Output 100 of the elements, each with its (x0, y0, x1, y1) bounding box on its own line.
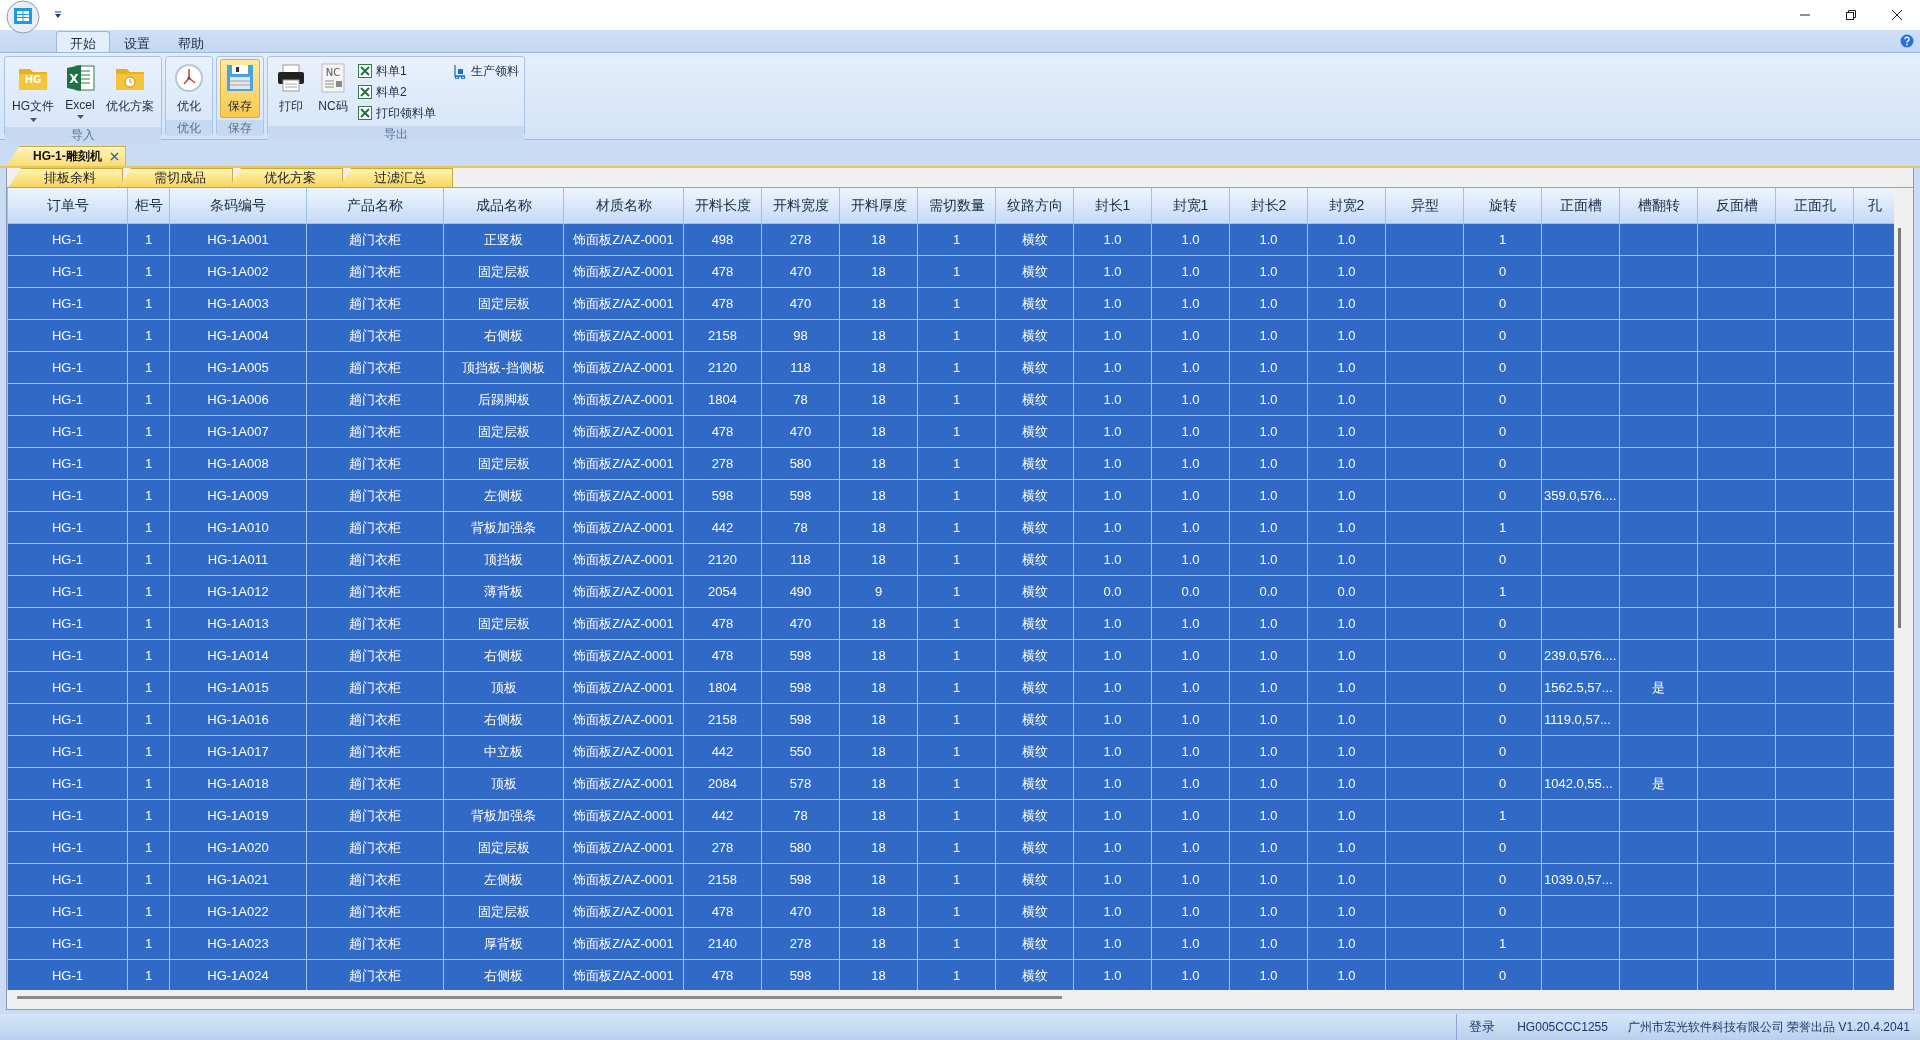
ribbon-button[interactable]: 优化方案 (102, 59, 158, 125)
column-header[interactable]: 订单号 (7, 188, 128, 224)
sub-tab[interactable]: 排板余料 (9, 168, 123, 187)
ribbon-tab[interactable]: 开始 (56, 31, 110, 52)
column-header[interactable]: 封宽1 (1151, 188, 1230, 224)
table-cell: 1 (917, 255, 996, 288)
table-cell: HG-1 (7, 511, 128, 544)
column-header[interactable]: 纹路方向 (995, 188, 1074, 224)
table-cell: 1.0 (1073, 863, 1152, 896)
table-cell: 饰面板Z/AZ-0001 (563, 927, 684, 960)
ribbon-button[interactable]: 打印领料单 (355, 103, 438, 123)
ribbon-button[interactable]: 料单1 (355, 61, 438, 81)
table-cell: 1 (127, 351, 170, 384)
table-cell: HG-1 (7, 287, 128, 320)
column-header[interactable]: 开料长度 (683, 188, 762, 224)
column-header[interactable]: 旋转 (1463, 188, 1542, 224)
column-header[interactable]: 封长2 (1229, 188, 1308, 224)
login-link[interactable]: 登录 (1457, 1018, 1508, 1036)
ribbon-button[interactable]: HG HG文件 (8, 59, 58, 125)
table-cell: 1.0 (1229, 607, 1308, 640)
table-cell: 2158 (683, 319, 762, 352)
table-cell: 1.0 (1229, 735, 1308, 768)
sub-tab[interactable]: 需切成品 (119, 168, 233, 187)
document-tab[interactable]: HG-1-雕刻机 (6, 146, 126, 166)
table-cell: 1.0 (1229, 863, 1308, 896)
ribbon-tab[interactable]: 帮助 (164, 31, 218, 52)
ribbon-button[interactable]: 打印 (271, 59, 311, 124)
table-cell: 0.0 (1151, 575, 1230, 608)
table-cell: 2120 (683, 351, 762, 384)
table-cell: 1.0 (1307, 831, 1386, 864)
table-cell: 1 (917, 767, 996, 800)
table-cell: 1.0 (1307, 351, 1386, 384)
table-cell: 1 (127, 607, 170, 640)
table-cell: 横纹 (995, 799, 1074, 832)
table-cell: 顶板 (443, 671, 564, 704)
column-header[interactable]: 异型 (1385, 188, 1464, 224)
column-header[interactable]: 开料宽度 (761, 188, 840, 224)
column-header[interactable]: 正面孔 (1775, 188, 1854, 224)
column-header[interactable]: 反面槽 (1697, 188, 1776, 224)
column-header[interactable]: 孔 (1853, 188, 1894, 224)
table-cell: 0.0 (1229, 575, 1308, 608)
ribbon-button[interactable]: 生产领料 (450, 61, 521, 81)
ribbon-button[interactable]: 优化 (169, 59, 209, 118)
table-cell: 1.0 (1073, 319, 1152, 352)
column-header[interactable]: 条码编号 (169, 188, 307, 224)
table-cell: 1 (127, 927, 170, 960)
table-cell: 趟门衣柜 (306, 703, 444, 736)
table-cell: 1.0 (1151, 767, 1230, 800)
table-cell: HG-1 (7, 703, 128, 736)
sub-tab[interactable]: 过滤汇总 (339, 168, 453, 187)
ribbon-button[interactable]: NC NC码 (313, 59, 353, 124)
table-cell: 18 (839, 799, 918, 832)
table-cell: 1.0 (1229, 479, 1308, 512)
table-cell: 趟门衣柜 (306, 447, 444, 480)
table-cell: 1.0 (1151, 383, 1230, 416)
table-cell: HG-1A009 (169, 479, 307, 512)
table-cell: 1 (917, 831, 996, 864)
table-cell: 饰面板Z/AZ-0001 (563, 735, 684, 768)
column-header[interactable]: 柜号 (127, 188, 170, 224)
table-cell: 横纹 (995, 639, 1074, 672)
close-icon[interactable] (109, 152, 119, 161)
table-cell: 9 (839, 575, 918, 608)
sub-tab[interactable]: 优化方案 (229, 168, 343, 187)
column-header[interactable]: 封宽2 (1307, 188, 1386, 224)
table-cell: HG-1A005 (169, 351, 307, 384)
table-cell: 中立板 (443, 735, 564, 768)
group-label: 优化 (166, 120, 212, 136)
table-cell: 1 (1463, 223, 1542, 256)
help-icon[interactable] (1900, 34, 1914, 48)
table-cell: 1.0 (1307, 895, 1386, 928)
table-cell: 右侧板 (443, 319, 564, 352)
column-header[interactable]: 槽翻转 (1619, 188, 1698, 224)
table-cell: 固定层板 (443, 447, 564, 480)
column-header[interactable]: 封长1 (1073, 188, 1152, 224)
column-header[interactable]: 产品名称 (306, 188, 444, 224)
column-header[interactable]: 正面槽 (1541, 188, 1620, 224)
table-cell: 0 (1463, 447, 1542, 480)
ribbon-button[interactable]: X Excel (60, 59, 100, 125)
dropdown-icon[interactable] (54, 11, 62, 19)
table-cell: 470 (761, 415, 840, 448)
table-cell: 1.0 (1307, 447, 1386, 480)
column-header[interactable]: 成品名称 (443, 188, 564, 224)
table-cell: 1.0 (1307, 479, 1386, 512)
ribbon-button[interactable]: 料单2 (355, 82, 438, 102)
table-cell: 118 (761, 351, 840, 384)
table-cell: 顶板 (443, 767, 564, 800)
column-header[interactable]: 开料厚度 (839, 188, 918, 224)
table-cell: 1.0 (1151, 479, 1230, 512)
table-cell: 饰面板Z/AZ-0001 (563, 607, 684, 640)
ribbon-tab[interactable]: 设置 (110, 31, 164, 52)
app-logo-icon[interactable] (6, 0, 40, 34)
table-cell: 右侧板 (443, 703, 564, 736)
table-cell: 是 (1619, 671, 1698, 704)
table-cell: 趟门衣柜 (306, 479, 444, 512)
table-cell: 478 (683, 287, 762, 320)
column-header[interactable]: 需切数量 (917, 188, 996, 224)
ribbon-button[interactable]: 保存 (220, 59, 260, 118)
column-header[interactable]: 材质名称 (563, 188, 684, 224)
table-cell: 18 (839, 735, 918, 768)
table-cell: 横纹 (995, 287, 1074, 320)
